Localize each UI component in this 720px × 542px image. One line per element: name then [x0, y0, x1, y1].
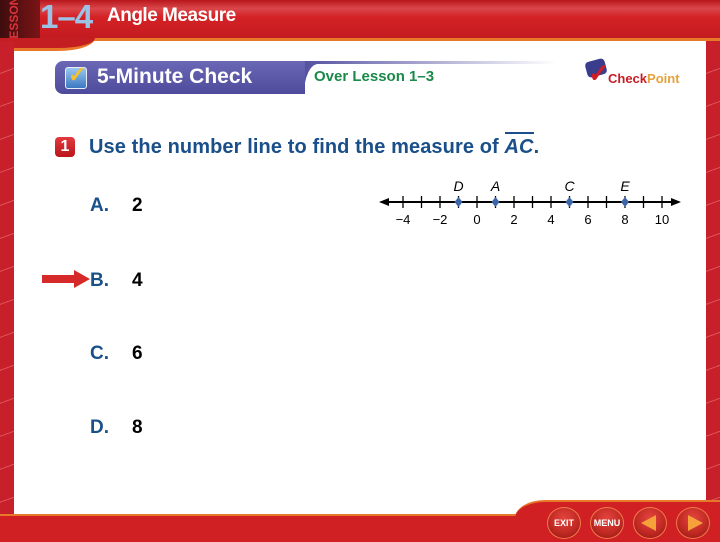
point-a [491, 197, 500, 207]
point-label-e: E [620, 178, 630, 194]
choice-letter: D. [90, 417, 109, 438]
tick-label: 4 [547, 212, 554, 227]
five-minute-check-banner: ✓ 5-Minute Check [55, 61, 305, 94]
question-text: Use the number line to find the measure … [89, 136, 539, 159]
point-label-a: A [490, 178, 500, 194]
lesson-tab [0, 38, 95, 51]
choice-value: 4 [132, 270, 143, 291]
point-e [621, 197, 629, 207]
point-label-d: D [453, 178, 463, 194]
logo-check-text: Check [608, 71, 648, 86]
triangle-left-icon [641, 515, 656, 531]
arrow-left-icon [379, 198, 389, 206]
choice-b[interactable]: B. 4 [90, 270, 143, 292]
choice-d[interactable]: D. 8 [90, 417, 143, 439]
tick-label: 6 [584, 212, 591, 227]
over-lesson-label: Over Lesson 1–3 [314, 68, 435, 85]
next-button[interactable] [676, 507, 710, 539]
triangle-right-icon [688, 515, 703, 531]
selected-answer-arrow-icon [42, 270, 90, 288]
lesson-number: 1–4 [40, 0, 93, 35]
tick-label: 0 [473, 212, 480, 227]
tick-label: −4 [396, 212, 411, 227]
right-frame [706, 41, 720, 515]
segment-label: AC [504, 136, 534, 158]
point-c [565, 197, 574, 207]
number-line: −4 −2 0 2 4 6 8 10 D A C E [379, 178, 681, 227]
tick-label: 8 [621, 212, 628, 227]
point-d [454, 197, 463, 207]
tick-label: 2 [510, 212, 517, 227]
question-number-badge: 1 [55, 137, 75, 157]
choice-value: 8 [132, 417, 143, 438]
question-prompt: Use the number line to find the measure … [89, 136, 505, 158]
top-banner: LESSON 1–4 Angle Measure [0, 0, 720, 46]
checkpoint-logo: ✓ CheckPoint [584, 57, 686, 90]
lesson-title: Angle Measure [107, 5, 236, 26]
previous-button[interactable] [633, 507, 667, 539]
choice-c[interactable]: C. 6 [90, 343, 143, 365]
logo-point-text: Point [647, 71, 680, 86]
question-suffix: . [533, 136, 540, 158]
choice-value: 6 [132, 343, 143, 364]
arrow-right-icon [671, 198, 681, 206]
choice-letter: B. [90, 270, 109, 291]
choice-letter: A. [90, 195, 109, 216]
choice-value: 2 [132, 195, 143, 216]
checkbox-icon: ✓ [65, 62, 87, 89]
tick-label: −2 [433, 212, 448, 227]
exit-button[interactable]: EXIT [547, 507, 581, 539]
tick-label: 10 [655, 212, 669, 227]
checkmark-icon: ✓ [588, 58, 610, 88]
menu-button[interactable]: MENU [590, 507, 624, 539]
point-label-c: C [564, 178, 575, 194]
left-frame [0, 41, 14, 515]
choice-a[interactable]: A. 2 [90, 195, 143, 217]
choice-letter: C. [90, 343, 109, 364]
section-title: 5-Minute Check [97, 65, 253, 88]
